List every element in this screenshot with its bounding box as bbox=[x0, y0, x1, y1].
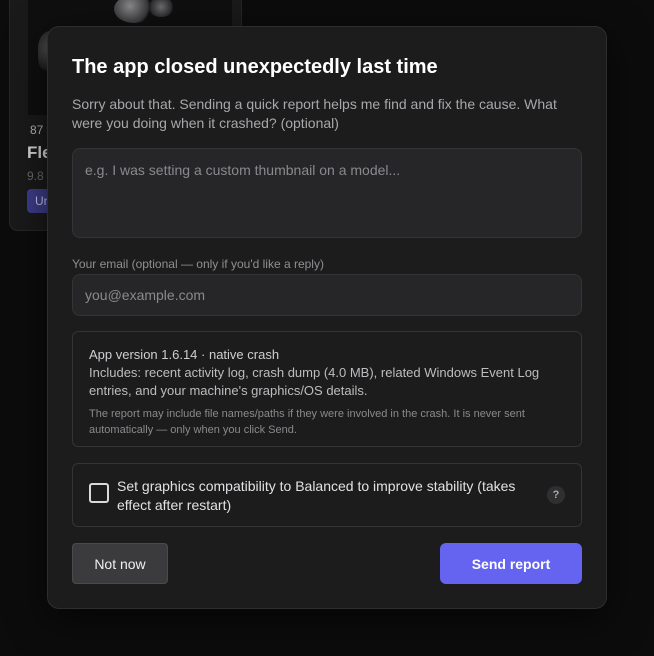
dialog-description: Sorry about that. Sending a quick report… bbox=[72, 96, 557, 131]
report-info-box: App version 1.6.14 · native crash Includ… bbox=[72, 331, 582, 447]
report-includes-text: Includes: recent activity log, crash dum… bbox=[89, 365, 540, 398]
not-now-button[interactable]: Not now bbox=[72, 543, 168, 584]
app-version-text: App version 1.6.14 · native crash bbox=[89, 347, 280, 362]
email-label: Your email (optional — only if you'd lik… bbox=[72, 257, 324, 271]
send-report-button[interactable]: Send report bbox=[440, 543, 582, 584]
crash-report-dialog: The app closed unexpectedly last time So… bbox=[47, 26, 607, 609]
privacy-note-text: The report may include file names/paths … bbox=[89, 408, 525, 436]
help-icon[interactable]: ? bbox=[547, 486, 565, 504]
email-field[interactable] bbox=[72, 274, 582, 316]
dialog-title: The app closed unexpectedly last time bbox=[72, 56, 438, 78]
crash-notes-textarea[interactable] bbox=[72, 148, 582, 238]
compatibility-option[interactable]: Set graphics compatibility to Balanced t… bbox=[72, 463, 582, 527]
compatibility-label[interactable]: Set graphics compatibility to Balanced t… bbox=[117, 477, 537, 515]
compatibility-checkbox[interactable] bbox=[89, 483, 109, 503]
